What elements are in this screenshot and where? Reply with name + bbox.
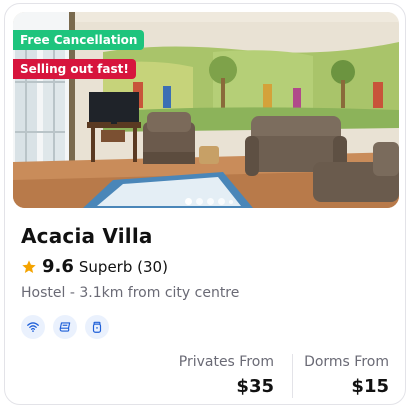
privates-price[interactable]: Privates From $35 xyxy=(179,354,274,397)
rating-text: Superb (30) xyxy=(78,257,168,276)
carousel-dot-2[interactable] xyxy=(196,198,203,205)
lock-icon xyxy=(85,315,109,339)
selling-out-badge: Selling out fast! xyxy=(13,59,136,79)
rating-score: 9.6 xyxy=(42,256,74,277)
carousel-dot-3[interactable] xyxy=(207,198,214,205)
linen-icon xyxy=(53,315,77,339)
carousel-dot-1[interactable] xyxy=(185,198,192,205)
property-photo[interactable]: Free Cancellation Selling out fast! xyxy=(13,12,399,208)
privates-price-label: Privates From xyxy=(178,354,274,370)
property-card[interactable]: Free Cancellation Selling out fast! Acac… xyxy=(4,3,406,405)
carousel-dot-5[interactable] xyxy=(229,199,233,204)
dorms-price-label: Dorms From xyxy=(304,354,389,370)
facilities-list xyxy=(21,315,109,339)
property-subtitle: Hostel - 3.1km from city centre xyxy=(21,285,240,301)
rating-row: 9.6 Superb (30) xyxy=(21,256,168,277)
dorms-price[interactable]: Dorms From $15 xyxy=(304,354,389,397)
dorms-price-value: $15 xyxy=(351,376,389,397)
property-name[interactable]: Acacia Villa xyxy=(21,224,153,248)
star-icon xyxy=(22,259,36,273)
carousel-dots[interactable] xyxy=(185,198,233,205)
carousel-dot-4[interactable] xyxy=(218,198,225,205)
price-divider xyxy=(292,354,293,398)
free-cancellation-badge: Free Cancellation xyxy=(13,30,145,50)
wifi-icon xyxy=(21,315,45,339)
privates-price-value: $35 xyxy=(236,376,274,397)
